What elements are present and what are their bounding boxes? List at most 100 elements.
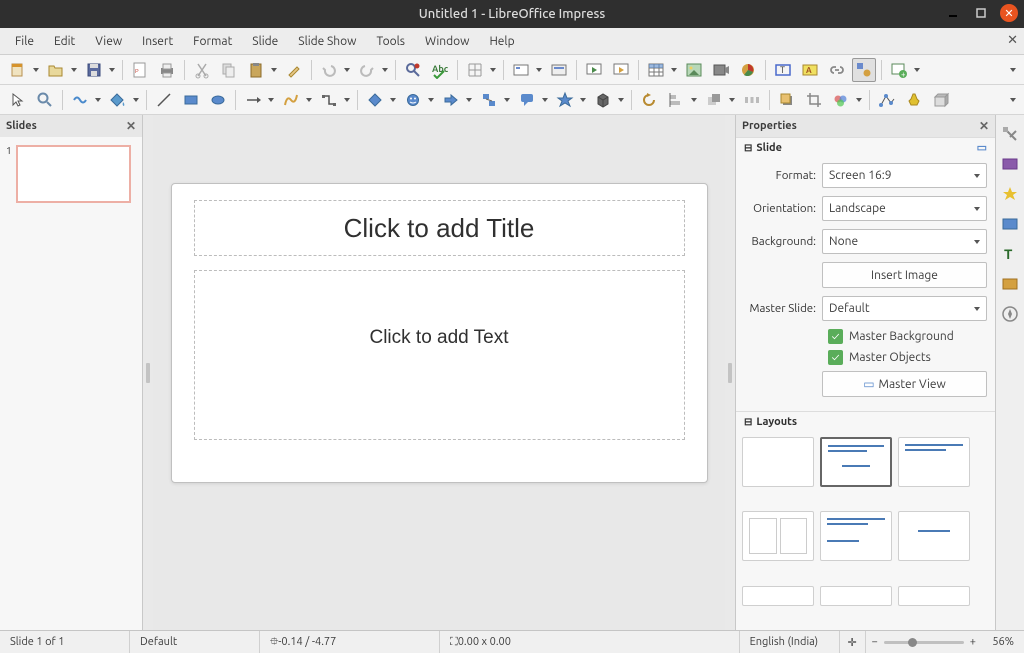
crop-image-icon[interactable] — [802, 88, 826, 112]
sidebar-gallery-icon[interactable] — [999, 273, 1021, 295]
minimize-button[interactable] — [944, 4, 962, 22]
start-current-slide-icon[interactable] — [609, 58, 633, 82]
menu-slideshow[interactable]: Slide Show — [289, 31, 365, 52]
menu-view[interactable]: View — [86, 31, 131, 52]
status-language[interactable]: English (India) — [740, 631, 840, 653]
new-slide-icon[interactable]: + — [887, 58, 911, 82]
sidebar-navigator-icon[interactable] — [999, 303, 1021, 325]
stars-icon[interactable] — [553, 88, 577, 112]
menu-insert[interactable]: Insert — [133, 31, 182, 52]
menu-edit[interactable]: Edit — [45, 31, 84, 52]
rotate-icon[interactable] — [637, 88, 661, 112]
connectors-icon[interactable] — [317, 88, 341, 112]
print-icon[interactable] — [155, 58, 179, 82]
line-color-icon[interactable] — [68, 88, 92, 112]
callouts-icon[interactable] — [515, 88, 539, 112]
glue-points-icon[interactable] — [902, 88, 926, 112]
display-grid-icon[interactable] — [463, 58, 487, 82]
undo-icon[interactable] — [317, 58, 341, 82]
curves-polygons-icon[interactable] — [279, 88, 303, 112]
fit-slide-icon[interactable]: ✛ — [840, 631, 866, 653]
align-objects-icon[interactable] — [664, 88, 688, 112]
layout-two-col[interactable] — [742, 511, 814, 561]
slide-thumbnail[interactable]: 1 — [8, 145, 134, 203]
close-button[interactable]: ✕ — [1000, 4, 1018, 22]
copy-icon[interactable] — [217, 58, 241, 82]
layout-blank[interactable] — [742, 437, 814, 487]
slide-canvas[interactable]: Click to add Title Click to add Text — [171, 183, 708, 483]
layout-centered[interactable] — [898, 511, 970, 561]
content-placeholder[interactable]: Click to add Text — [194, 270, 685, 440]
insert-hyperlink-icon[interactable] — [825, 58, 849, 82]
line-tool-icon[interactable] — [152, 88, 176, 112]
layout-title-two-content[interactable] — [898, 437, 970, 487]
sidebar-master-slides-icon[interactable] — [999, 213, 1021, 235]
left-pane-splitter[interactable] — [143, 115, 153, 630]
menu-slide[interactable]: Slide — [243, 31, 287, 52]
sidebar-properties-icon[interactable] — [999, 123, 1021, 145]
export-pdf-icon[interactable]: P — [128, 58, 152, 82]
spellcheck-icon[interactable]: Abc — [428, 58, 452, 82]
start-first-slide-icon[interactable] — [582, 58, 606, 82]
insert-table-icon[interactable] — [644, 58, 668, 82]
background-select[interactable]: None — [822, 229, 987, 254]
orientation-select[interactable]: Landscape — [822, 196, 987, 221]
properties-panel-close-icon[interactable]: ✕ — [979, 120, 989, 133]
menu-tools[interactable]: Tools — [367, 31, 414, 52]
zoom-slider[interactable]: − + — [866, 636, 982, 648]
extrusion-icon[interactable] — [929, 88, 953, 112]
redo-icon[interactable] — [355, 58, 379, 82]
show-draw-functions-icon[interactable] — [852, 58, 876, 82]
menu-format[interactable]: Format — [184, 31, 241, 52]
master-objects-checkbox[interactable]: ✓Master Objects — [744, 350, 987, 365]
basic-shapes-icon[interactable] — [363, 88, 387, 112]
3d-objects-icon[interactable] — [591, 88, 615, 112]
fill-color-icon[interactable] — [106, 88, 130, 112]
rectangle-tool-icon[interactable] — [179, 88, 203, 112]
insert-image-button[interactable]: Insert Image — [822, 262, 987, 288]
master-background-checkbox[interactable]: ✓Master Background — [744, 329, 987, 344]
document-close-icon[interactable]: ✕ — [1007, 33, 1018, 48]
master-view-button[interactable]: ▭Master View — [822, 371, 987, 397]
menu-window[interactable]: Window — [416, 31, 478, 52]
layout-7[interactable] — [742, 586, 814, 606]
select-tool-icon[interactable] — [6, 88, 30, 112]
layout-title-content[interactable] — [820, 437, 892, 487]
layout-title-only[interactable] — [820, 511, 892, 561]
sidebar-styles-icon[interactable]: T — [999, 243, 1021, 265]
layout-9[interactable] — [898, 586, 970, 606]
paste-icon[interactable] — [244, 58, 268, 82]
shadow-icon[interactable] — [775, 88, 799, 112]
zoom-pan-icon[interactable] — [33, 88, 57, 112]
distribute-icon[interactable] — [740, 88, 764, 112]
format-select[interactable]: Screen 16:9 — [822, 163, 987, 188]
insert-textbox-icon[interactable]: T — [771, 58, 795, 82]
master-slide-icon[interactable] — [547, 58, 571, 82]
title-placeholder[interactable]: Click to add Title — [194, 200, 685, 256]
find-replace-icon[interactable] — [401, 58, 425, 82]
cut-icon[interactable] — [190, 58, 214, 82]
master-slide-select[interactable]: Default — [822, 296, 987, 321]
layout-8[interactable] — [820, 586, 892, 606]
right-pane-splitter[interactable] — [725, 115, 735, 630]
insert-av-icon[interactable] — [709, 58, 733, 82]
maximize-button[interactable] — [972, 4, 990, 22]
flowchart-icon[interactable] — [477, 88, 501, 112]
save-icon[interactable] — [82, 58, 106, 82]
menu-help[interactable]: Help — [480, 31, 523, 52]
sidebar-animation-icon[interactable] — [999, 183, 1021, 205]
insert-fontwork-icon[interactable]: A — [798, 58, 822, 82]
slides-panel-close-icon[interactable]: ✕ — [126, 119, 136, 133]
symbol-shapes-icon[interactable] — [401, 88, 425, 112]
insert-chart-icon[interactable] — [736, 58, 760, 82]
lines-arrows-icon[interactable] — [241, 88, 265, 112]
insert-image-icon[interactable] — [682, 58, 706, 82]
filter-icon[interactable] — [829, 88, 853, 112]
points-icon[interactable] — [875, 88, 899, 112]
display-views-icon[interactable] — [509, 58, 533, 82]
open-icon[interactable] — [44, 58, 68, 82]
clone-formatting-icon[interactable] — [282, 58, 306, 82]
menu-file[interactable]: File — [6, 31, 43, 52]
sidebar-slide-transition-icon[interactable] — [999, 153, 1021, 175]
arrange-icon[interactable] — [702, 88, 726, 112]
